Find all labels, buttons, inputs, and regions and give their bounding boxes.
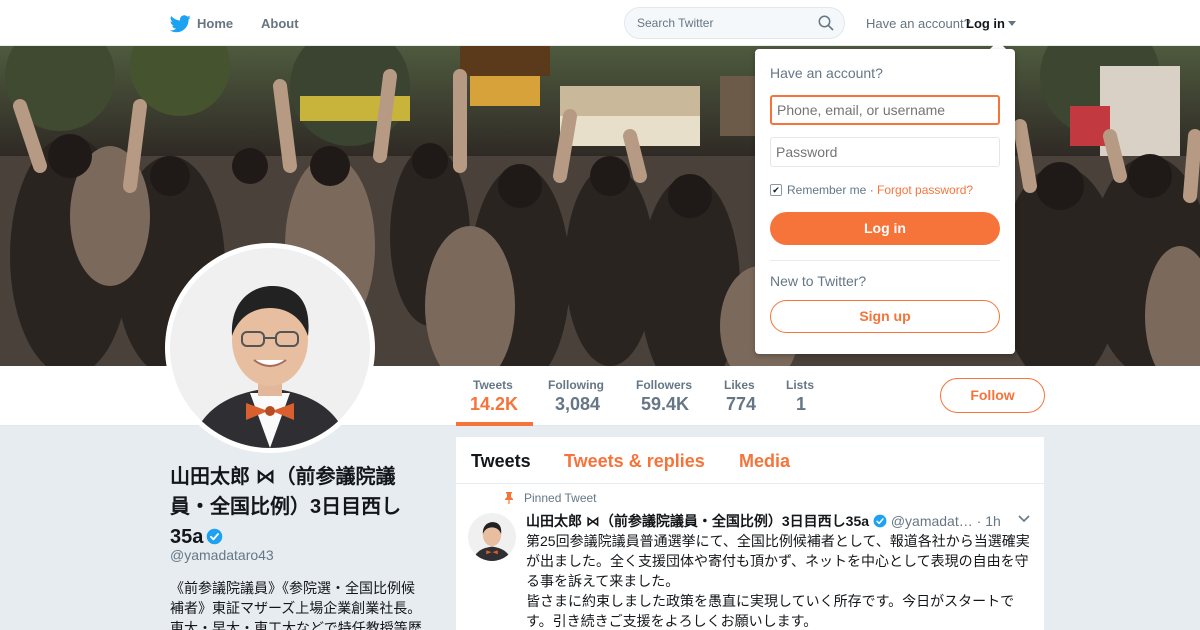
caret-down-icon[interactable]: [1008, 21, 1016, 26]
verified-icon: [873, 514, 887, 528]
follow-button[interactable]: Follow: [940, 378, 1045, 413]
login-dropdown: Have an account? ✔ Remember me · Forgot …: [755, 49, 1015, 354]
tab-media[interactable]: Media: [739, 451, 790, 472]
chevron-down-icon[interactable]: [1018, 515, 1030, 523]
stat-following-value: 3,084: [555, 394, 601, 414]
profile-avatar[interactable]: [165, 243, 375, 453]
nav-home-label: Home: [197, 16, 234, 31]
tab-tweets-replies[interactable]: Tweets & replies: [564, 451, 705, 472]
stat-followers-label: Followers: [636, 378, 693, 392]
stat-lists-value: 1: [796, 394, 807, 414]
twitter-bird-icon: [170, 15, 191, 33]
stat-following-label: Following: [548, 378, 604, 392]
top-navigation-bar: Home About Search Twitter Have an accoun…: [0, 0, 1200, 46]
nav-home-link[interactable]: Home: [170, 13, 233, 34]
stat-lists[interactable]: Lists 1: [786, 378, 814, 415]
stat-tweets-label: Tweets: [473, 378, 513, 392]
signup-button[interactable]: Sign up: [770, 300, 1000, 333]
profile-bio: 《前参議院議員》《参院選・全国比例候補者》東証マザーズ上場企業創業社長。東大・早…: [170, 580, 422, 630]
stat-followers-value: 59.4K: [641, 394, 690, 414]
checkbox-icon[interactable]: ✔: [770, 184, 782, 196]
stat-tweets[interactable]: Tweets 14.2K: [470, 378, 518, 415]
pin-icon: [505, 492, 513, 504]
stat-followers[interactable]: Followers 59.4K: [636, 378, 692, 415]
timeline: Tweets Tweets & replies Media Pinned Twe…: [456, 437, 1044, 630]
login-button[interactable]: Log in: [770, 212, 1000, 245]
remember-row: ✔ Remember me · Forgot password?: [770, 183, 973, 197]
stat-likes-label: Likes: [724, 378, 755, 392]
avatar: [170, 248, 370, 448]
stat-following[interactable]: Following 3,084: [548, 378, 604, 415]
tweet-text: 第25回参議院議員普通選挙にて、全国比例候補者として、報道各社から当選確実が出ま…: [526, 533, 1030, 629]
have-account-text: Have an account?: [866, 16, 971, 31]
divider: [770, 260, 1000, 261]
profile-name: 山田太郎 ⋈（前参議院議員・全国比例）3日目西し35a: [170, 462, 425, 552]
tweet-author-name[interactable]: 山田太郎 ⋈（前参議院議員・全国比例）3日目西し35a: [526, 513, 869, 529]
active-stat-underline: [456, 422, 533, 426]
tweet-header: 山田太郎 ⋈（前参議院議員・全国比例）3日目西し35a @yamadat… · …: [526, 511, 1034, 531]
stat-lists-label: Lists: [786, 378, 815, 392]
profile-name-text: 山田太郎 ⋈（前参議院議員・全国比例）3日目西し35a: [170, 466, 402, 548]
tab-tweets[interactable]: Tweets: [471, 451, 531, 472]
password-field[interactable]: [770, 137, 1000, 167]
search-placeholder: Search Twitter: [637, 16, 714, 30]
dropdown-title: Have an account?: [770, 65, 883, 81]
login-dropdown-toggle[interactable]: Log in: [966, 16, 1005, 31]
remember-me-label[interactable]: Remember me: [787, 183, 866, 197]
profile-handle[interactable]: @yamadataro43: [170, 547, 274, 563]
nav-about-link[interactable]: About: [261, 16, 299, 31]
timeline-tabs: Tweets Tweets & replies Media: [456, 437, 1044, 484]
forgot-password-link[interactable]: Forgot password?: [877, 183, 973, 197]
pinned-tweet-context: Pinned Tweet: [503, 491, 597, 505]
pinned-label: Pinned Tweet: [524, 491, 597, 505]
search-input[interactable]: Search Twitter: [624, 7, 845, 39]
tweet-timestamp[interactable]: · 1h: [977, 513, 1001, 529]
verified-icon: [207, 528, 223, 545]
stat-tweets-value: 14.2K: [470, 394, 519, 414]
tweet-author-handle[interactable]: @yamadat…: [891, 513, 973, 529]
tweet-author-avatar[interactable]: [468, 513, 516, 561]
stat-likes[interactable]: Likes 774: [724, 378, 756, 415]
stat-likes-value: 774: [726, 394, 757, 414]
separator-dot: ·: [866, 183, 878, 197]
search-icon[interactable]: [818, 15, 834, 31]
username-field[interactable]: [770, 95, 1000, 125]
new-to-twitter-text: New to Twitter?: [770, 273, 867, 289]
